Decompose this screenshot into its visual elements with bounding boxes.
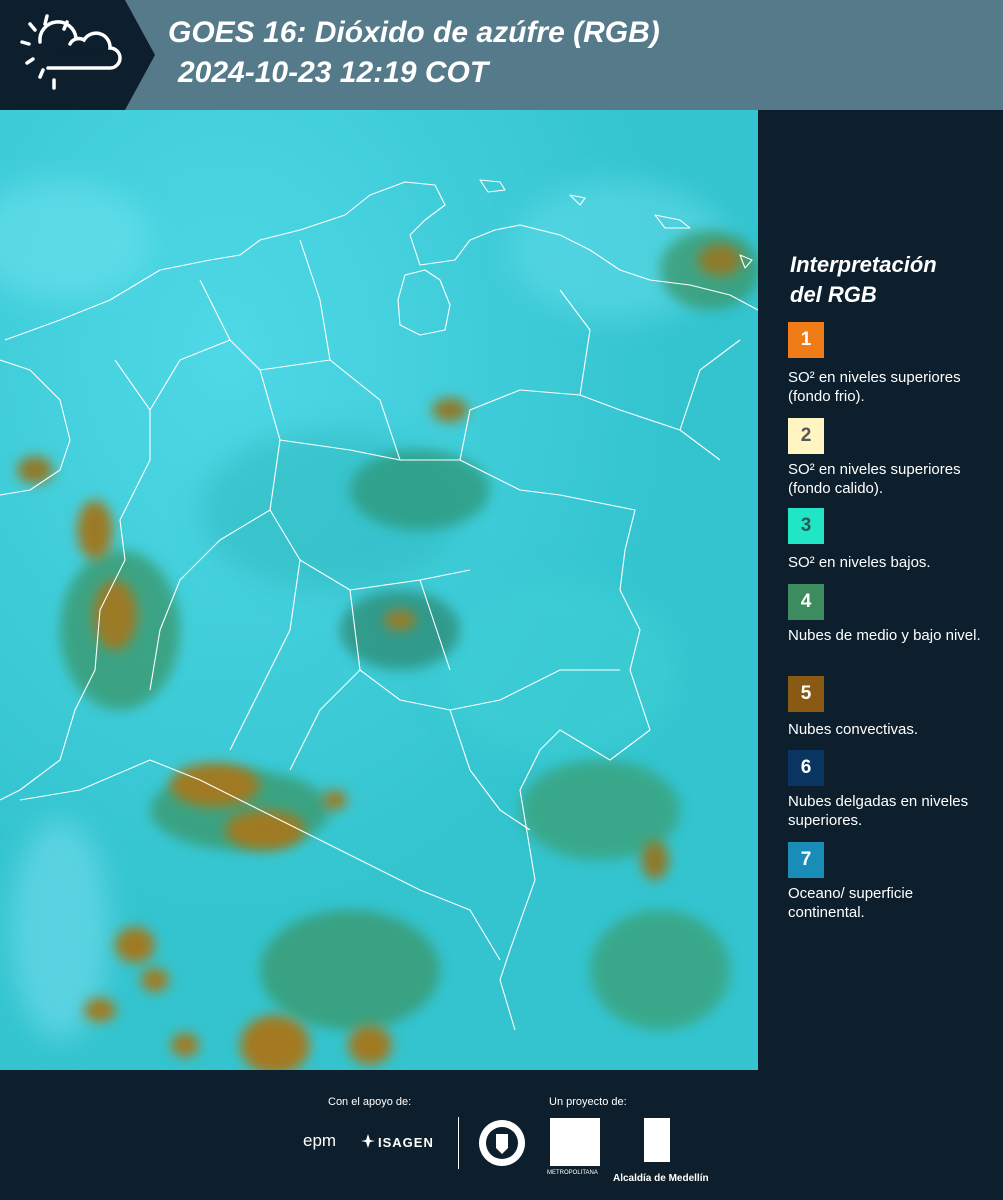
legend-label-2: SO² en niveles superiores (fondo calido)… <box>788 461 961 497</box>
alcaldia-label: Alcaldía de Medellín <box>613 1173 709 1184</box>
area-metropolitana-logo <box>550 1118 600 1166</box>
isagen-icon <box>361 1134 375 1148</box>
support-label: Con el apoyo de: <box>328 1096 412 1108</box>
legend-panel: Interpretación del RGB 1 SO² en niveles … <box>762 110 1003 1070</box>
legend-label-1: SO² en niveles superiores (fondo frio). <box>788 369 961 405</box>
isagen-logo: ISAGEN <box>378 1135 434 1150</box>
siata-logo-text: SIATA <box>54 44 103 61</box>
title-line-2: 2024-10-23 12:19 COT <box>178 56 489 89</box>
area-metropolitana-text: METROPOLITANA <box>547 1170 598 1176</box>
alcaldia-shield-icon <box>644 1118 670 1162</box>
legend-swatch-6: 6 <box>788 750 824 786</box>
header-bar: SIATA GOES 16: Dióxido de azúfre (RGB) 2… <box>0 0 1003 110</box>
legend-label-4: Nubes de medio y bajo nivel. <box>788 627 981 644</box>
footer-divider <box>458 1117 459 1169</box>
legend-title-line-2: del RGB <box>790 282 877 307</box>
medellin-seal-icon <box>479 1120 525 1166</box>
legend-swatch-5: 5 <box>788 676 824 712</box>
legend-label-7: Oceano/ superficie continental. <box>788 885 914 921</box>
legend-title-line-1: Interpretación <box>790 252 937 277</box>
satellite-map[interactable] <box>0 110 758 1070</box>
legend-label-5: Nubes convectivas. <box>788 721 919 738</box>
legend-swatch-3: 3 <box>788 508 824 544</box>
project-label: Un proyecto de: <box>549 1096 627 1108</box>
legend-swatch-1: 1 <box>788 322 824 358</box>
epm-logo: epm <box>303 1131 337 1150</box>
legend-swatch-2: 2 <box>788 418 824 454</box>
legend-label-3: SO² en niveles bajos. <box>788 554 931 571</box>
legend-title: Interpretación del RGB <box>790 250 990 310</box>
title-line-1: GOES 16: Dióxido de azúfre (RGB) <box>168 16 660 49</box>
legend-swatch-7: 7 <box>788 842 824 878</box>
siata-logo: SIATA <box>0 0 155 110</box>
legend-label-6: Nubes delgadas en niveles superiores. <box>788 793 969 829</box>
legend-swatch-4: 4 <box>788 584 824 620</box>
footer: Con el apoyo de: Un proyecto de: epm ISA… <box>0 1070 1003 1200</box>
